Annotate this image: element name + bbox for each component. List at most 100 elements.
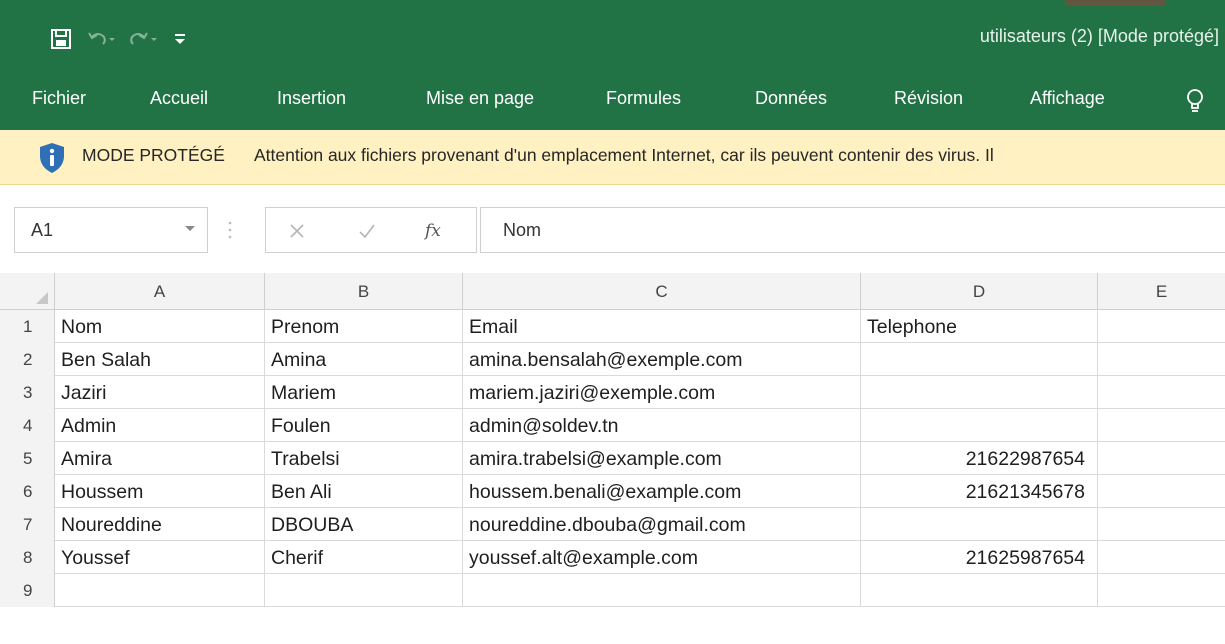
- insert-function-icon[interactable]: fx: [421, 216, 451, 246]
- cell-a3[interactable]: Jaziri: [55, 376, 265, 409]
- cell-b2[interactable]: Amina: [265, 343, 463, 376]
- formula-value: Nom: [503, 220, 542, 240]
- enter-check-icon[interactable]: [352, 216, 382, 246]
- cell-c9[interactable]: [463, 574, 861, 607]
- customize-qat-icon[interactable]: [174, 31, 186, 47]
- cell-d8[interactable]: 21625987654: [861, 541, 1098, 574]
- column-header-row: A B C D E: [0, 273, 1225, 310]
- title-bar-accent: [1065, 0, 1165, 6]
- table-row: 1 Nom Prenom Email Telephone: [0, 310, 1225, 343]
- shield-info-icon: [38, 142, 66, 174]
- row-header[interactable]: 5: [0, 442, 55, 475]
- cell-c6[interactable]: houssem.benali@example.com: [463, 475, 861, 508]
- cell-d3[interactable]: [861, 376, 1098, 409]
- cell-d4[interactable]: [861, 409, 1098, 442]
- formula-input[interactable]: Nom: [480, 207, 1225, 253]
- row-header[interactable]: 7: [0, 508, 55, 541]
- row-header[interactable]: 9: [0, 574, 55, 607]
- cell-e1[interactable]: [1098, 310, 1225, 343]
- tab-accueil[interactable]: Accueil: [150, 76, 208, 130]
- cell-e3[interactable]: [1098, 376, 1225, 409]
- cell-a1[interactable]: Nom: [55, 310, 265, 343]
- table-row: 5 Amira Trabelsi amira.trabelsi@example.…: [0, 442, 1225, 475]
- cancel-icon[interactable]: [282, 216, 312, 246]
- cell-b9[interactable]: [265, 574, 463, 607]
- spreadsheet-grid: A B C D E 1 Nom Prenom Email Telephone 2…: [0, 273, 1225, 644]
- cell-a4[interactable]: Admin: [55, 409, 265, 442]
- cell-c8[interactable]: youssef.alt@example.com: [463, 541, 861, 574]
- column-header-a[interactable]: A: [55, 273, 265, 310]
- table-row: 4 Admin Foulen admin@soldev.tn: [0, 409, 1225, 442]
- cell-b7[interactable]: DBOUBA: [265, 508, 463, 541]
- tab-formules[interactable]: Formules: [606, 76, 681, 130]
- cell-d2[interactable]: [861, 343, 1098, 376]
- cell-e2[interactable]: [1098, 343, 1225, 376]
- tab-affichage[interactable]: Affichage: [1030, 76, 1105, 130]
- tab-insertion[interactable]: Insertion: [277, 76, 346, 130]
- cell-a6[interactable]: Houssem: [55, 475, 265, 508]
- cell-d1[interactable]: Telephone: [861, 310, 1098, 343]
- cell-c4[interactable]: admin@soldev.tn: [463, 409, 861, 442]
- cell-c7[interactable]: noureddine.dbouba@gmail.com: [463, 508, 861, 541]
- row-header[interactable]: 6: [0, 475, 55, 508]
- protected-view-title: MODE PROTÉGÉ: [82, 145, 225, 165]
- cell-e6[interactable]: [1098, 475, 1225, 508]
- cell-e4[interactable]: [1098, 409, 1225, 442]
- fx-glyph: fx: [423, 221, 441, 241]
- cell-b3[interactable]: Mariem: [265, 376, 463, 409]
- formula-bar-area: A1 fx Nom: [0, 185, 1225, 280]
- cell-e5[interactable]: [1098, 442, 1225, 475]
- protected-view-message: Attention aux fichiers provenant d'un em…: [254, 145, 994, 165]
- table-row: 3 Jaziri Mariem mariem.jaziri@exemple.co…: [0, 376, 1225, 409]
- cell-b6[interactable]: Ben Ali: [265, 475, 463, 508]
- cell-e8[interactable]: [1098, 541, 1225, 574]
- title-bar: utilisateurs (2) [Mode protégé]: [0, 0, 1225, 76]
- name-box-value: A1: [31, 220, 54, 240]
- row-header[interactable]: 8: [0, 541, 55, 574]
- chevron-down-icon[interactable]: [181, 218, 199, 238]
- save-icon[interactable]: [50, 28, 72, 50]
- cell-a2[interactable]: Ben Salah: [55, 343, 265, 376]
- resize-handle-icon[interactable]: [225, 217, 235, 243]
- row-header[interactable]: 4: [0, 409, 55, 442]
- cell-c3[interactable]: mariem.jaziri@exemple.com: [463, 376, 861, 409]
- cell-d5[interactable]: 21622987654: [861, 442, 1098, 475]
- lightbulb-icon[interactable]: [1180, 86, 1210, 116]
- tab-fichier[interactable]: Fichier: [32, 76, 86, 130]
- column-header-d[interactable]: D: [861, 273, 1098, 310]
- column-header-e[interactable]: E: [1098, 273, 1225, 310]
- protected-view-bar: MODE PROTÉGÉ Attention aux fichiers prov…: [0, 130, 1225, 185]
- tab-donnees[interactable]: Données: [755, 76, 827, 130]
- name-box[interactable]: A1: [14, 207, 208, 253]
- row-header[interactable]: 2: [0, 343, 55, 376]
- cell-b1[interactable]: Prenom: [265, 310, 463, 343]
- cell-e9[interactable]: [1098, 574, 1225, 607]
- cell-e7[interactable]: [1098, 508, 1225, 541]
- cell-a7[interactable]: Noureddine: [55, 508, 265, 541]
- cell-a9[interactable]: [55, 574, 265, 607]
- cell-c5[interactable]: amira.trabelsi@example.com: [463, 442, 861, 475]
- cell-d7[interactable]: [861, 508, 1098, 541]
- table-row: 8 Youssef Cherif youssef.alt@example.com…: [0, 541, 1225, 574]
- undo-icon[interactable]: [86, 29, 116, 49]
- cell-d9[interactable]: [861, 574, 1098, 607]
- cell-b5[interactable]: Trabelsi: [265, 442, 463, 475]
- column-header-c[interactable]: C: [463, 273, 861, 310]
- cell-b4[interactable]: Foulen: [265, 409, 463, 442]
- tab-revision[interactable]: Révision: [894, 76, 963, 130]
- cell-a5[interactable]: Amira: [55, 442, 265, 475]
- row-header[interactable]: 1: [0, 310, 55, 343]
- column-header-b[interactable]: B: [265, 273, 463, 310]
- select-all-corner[interactable]: [0, 273, 55, 310]
- cell-a8[interactable]: Youssef: [55, 541, 265, 574]
- tab-mise-en-page[interactable]: Mise en page: [426, 76, 534, 130]
- row-header[interactable]: 3: [0, 376, 55, 409]
- table-row: 2 Ben Salah Amina amina.bensalah@exemple…: [0, 343, 1225, 376]
- table-row: 6 Houssem Ben Ali houssem.benali@example…: [0, 475, 1225, 508]
- redo-icon[interactable]: [130, 29, 160, 49]
- quick-access-toolbar: [50, 22, 200, 56]
- cell-b8[interactable]: Cherif: [265, 541, 463, 574]
- cell-c1[interactable]: Email: [463, 310, 861, 343]
- cell-d6[interactable]: 21621345678: [861, 475, 1098, 508]
- cell-c2[interactable]: amina.bensalah@exemple.com: [463, 343, 861, 376]
